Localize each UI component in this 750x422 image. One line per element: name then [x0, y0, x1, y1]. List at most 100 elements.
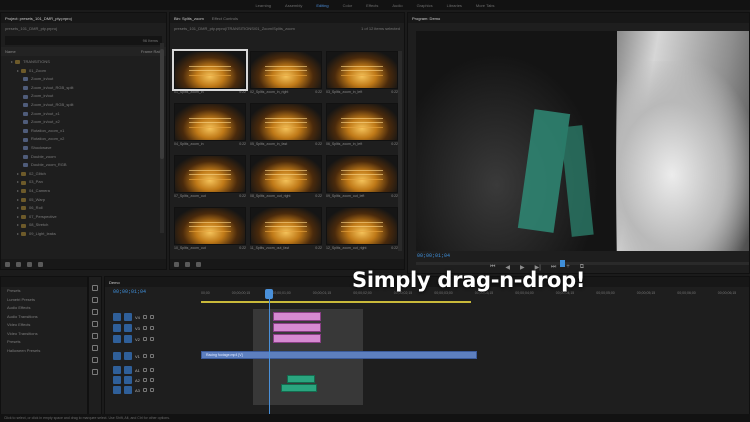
tab-bin[interactable]: Bin: Splits_zoom: [174, 16, 204, 21]
track-target-toggle[interactable]: [113, 352, 121, 360]
clip-thumbnail[interactable]: 05_Splits_zoom_in_fast 0:22: [250, 103, 322, 150]
sort-icon[interactable]: [196, 261, 201, 267]
timeline-timecode[interactable]: 00;00;01;04: [113, 289, 146, 295]
bin-scrollbar[interactable]: [398, 51, 402, 251]
workspace-tab-learning[interactable]: Learning: [255, 3, 271, 8]
source-patch-toggle[interactable]: [124, 324, 132, 332]
tree-folder[interactable]: ▸ 07_Perspective: [1, 213, 166, 222]
source-patch-toggle[interactable]: [124, 376, 132, 384]
effects-folder[interactable]: Presets: [1, 338, 87, 347]
tree-item[interactable]: Double_zoom_RGB: [1, 161, 166, 170]
project-search-row[interactable]: 96 Items: [5, 36, 162, 45]
lock-icon[interactable]: [142, 354, 147, 358]
work-area-bar[interactable]: [201, 301, 471, 303]
tree-item[interactable]: Rotation_zoom_x1: [1, 127, 166, 136]
tab-program[interactable]: Program: Demo: [412, 16, 440, 21]
workspace-tab-graphics[interactable]: Graphics: [417, 3, 433, 8]
track-target-toggle[interactable]: [113, 386, 121, 394]
lock-icon[interactable]: [142, 368, 147, 372]
track-target-toggle[interactable]: [113, 324, 121, 332]
lock-icon[interactable]: [5, 261, 10, 267]
tree-folder[interactable]: ▸ 04_Camera: [1, 187, 166, 196]
tree-item[interactable]: Zoom_in/out_RGB_split: [1, 101, 166, 110]
tree-folder[interactable]: ▸ 01_Zoom: [1, 67, 166, 76]
list-view-icon[interactable]: [174, 261, 179, 267]
track-header-a3[interactable]: A3: [113, 385, 201, 395]
tree-item[interactable]: Rotation_zoom_x2: [1, 135, 166, 144]
timeline-clip-v3[interactable]: [273, 323, 321, 332]
clip-thumbnail[interactable]: 06_Splits_zoom_in_left 0:22: [326, 103, 398, 150]
pen-tool-icon[interactable]: [92, 345, 98, 351]
razor-tool-icon[interactable]: [92, 321, 98, 327]
list-view-icon[interactable]: [16, 261, 21, 267]
type-tool-icon[interactable]: [92, 369, 98, 375]
tree-item[interactable]: Zoom_in/out_RGB_split: [1, 84, 166, 93]
clip-thumbnail[interactable]: 10_Splits_zoom_out 0:22: [174, 207, 246, 254]
source-patch-toggle[interactable]: [124, 335, 132, 343]
tab-effect-controls[interactable]: Effect Controls: [212, 16, 238, 21]
track-target-toggle[interactable]: [113, 335, 121, 343]
tree-item[interactable]: Zoom_in/out_x2: [1, 118, 166, 127]
source-patch-toggle[interactable]: [124, 313, 132, 321]
track-header-a2[interactable]: A2: [113, 375, 201, 385]
eye-icon[interactable]: [149, 388, 154, 392]
clip-thumbnail[interactable]: 12_Splits_zoom_out_right 0:22: [326, 207, 398, 254]
track-target-toggle[interactable]: [113, 376, 121, 384]
tab-project[interactable]: Project: presets_101_DMR_pty.prproj: [5, 16, 72, 21]
workspace-tab-libraries[interactable]: Libraries: [447, 3, 462, 8]
ripple-edit-tool-icon[interactable]: [92, 309, 98, 315]
frame-rate-column-header[interactable]: Frame Rate: [141, 49, 162, 54]
timeline-clip-v4[interactable]: [273, 312, 321, 321]
tree-item[interactable]: Zoom_in/out: [1, 92, 166, 101]
clip-thumbnail[interactable]: 02_Splits_zoom_in_right 0:22: [250, 51, 322, 98]
lock-icon[interactable]: [142, 315, 147, 319]
tree-folder[interactable]: ▸ 03_Pan: [1, 178, 166, 187]
selection-tool-icon[interactable]: [92, 285, 98, 291]
eye-icon[interactable]: [149, 368, 154, 372]
tree-item[interactable]: Zoom_in/out: [1, 75, 166, 84]
track-target-toggle[interactable]: [113, 366, 121, 374]
icon-view-icon[interactable]: [27, 261, 32, 267]
timeline-clip-v2[interactable]: [273, 334, 321, 343]
tab-timeline[interactable]: Demo: [109, 280, 120, 285]
effects-folder[interactable]: Lumetri Presets: [1, 296, 87, 305]
eye-icon[interactable]: [149, 378, 154, 382]
eye-icon[interactable]: [149, 337, 154, 341]
workspace-tab-more-tabs[interactable]: More Tabs: [476, 3, 495, 8]
source-patch-toggle[interactable]: [124, 352, 132, 360]
eye-icon[interactable]: [149, 315, 154, 319]
program-timecode[interactable]: 00;00;01;04: [417, 253, 450, 259]
slip-tool-icon[interactable]: [92, 333, 98, 339]
track-header-a1[interactable]: A1: [113, 365, 201, 375]
tree-folder[interactable]: ▸ TRANSITIONS: [1, 58, 166, 67]
effects-folder[interactable]: Audio Transitions: [1, 313, 87, 322]
workspace-tab-color[interactable]: Color: [343, 3, 353, 8]
track-header-v4[interactable]: V4: [113, 312, 201, 322]
tree-item[interactable]: Double_zoom: [1, 153, 166, 162]
eye-icon[interactable]: [149, 354, 154, 358]
timeline-playhead-handle[interactable]: [265, 289, 273, 299]
workspace-tab-assembly[interactable]: Assembly: [285, 3, 302, 8]
icon-view-icon[interactable]: [185, 261, 190, 267]
tree-folder[interactable]: ▸ 08_Stretch: [1, 221, 166, 230]
project-scrollbar[interactable]: [160, 43, 164, 233]
name-column-header[interactable]: Name: [5, 49, 16, 54]
timeline-clip-v1[interactable]: Racing footage.mp4 [V]: [201, 351, 477, 359]
workspace-tab-editing[interactable]: Editing: [316, 3, 328, 8]
program-video-frame[interactable]: [416, 31, 749, 251]
track-select-tool-icon[interactable]: [92, 297, 98, 303]
track-target-toggle[interactable]: [113, 313, 121, 321]
new-bin-icon[interactable]: [38, 261, 43, 267]
lock-icon[interactable]: [142, 337, 147, 341]
tree-item[interactable]: Zoom_in/out_x1: [1, 110, 166, 119]
timeline-clip-a2[interactable]: [287, 375, 315, 383]
tree-folder[interactable]: ▸ 05_Warp: [1, 196, 166, 205]
workspace-tab-effects[interactable]: Effects: [366, 3, 378, 8]
workspace-tab-audio[interactable]: Audio: [392, 3, 402, 8]
eye-icon[interactable]: [149, 326, 154, 330]
source-patch-toggle[interactable]: [124, 366, 132, 374]
clip-thumbnail[interactable]: 03_Splits_zoom_in_left 0:22: [326, 51, 398, 98]
lock-icon[interactable]: [142, 326, 147, 330]
clip-thumbnail[interactable]: 01_Splits_zoom_in 0:22: [172, 49, 248, 98]
timeline-playhead-line[interactable]: [269, 299, 270, 417]
